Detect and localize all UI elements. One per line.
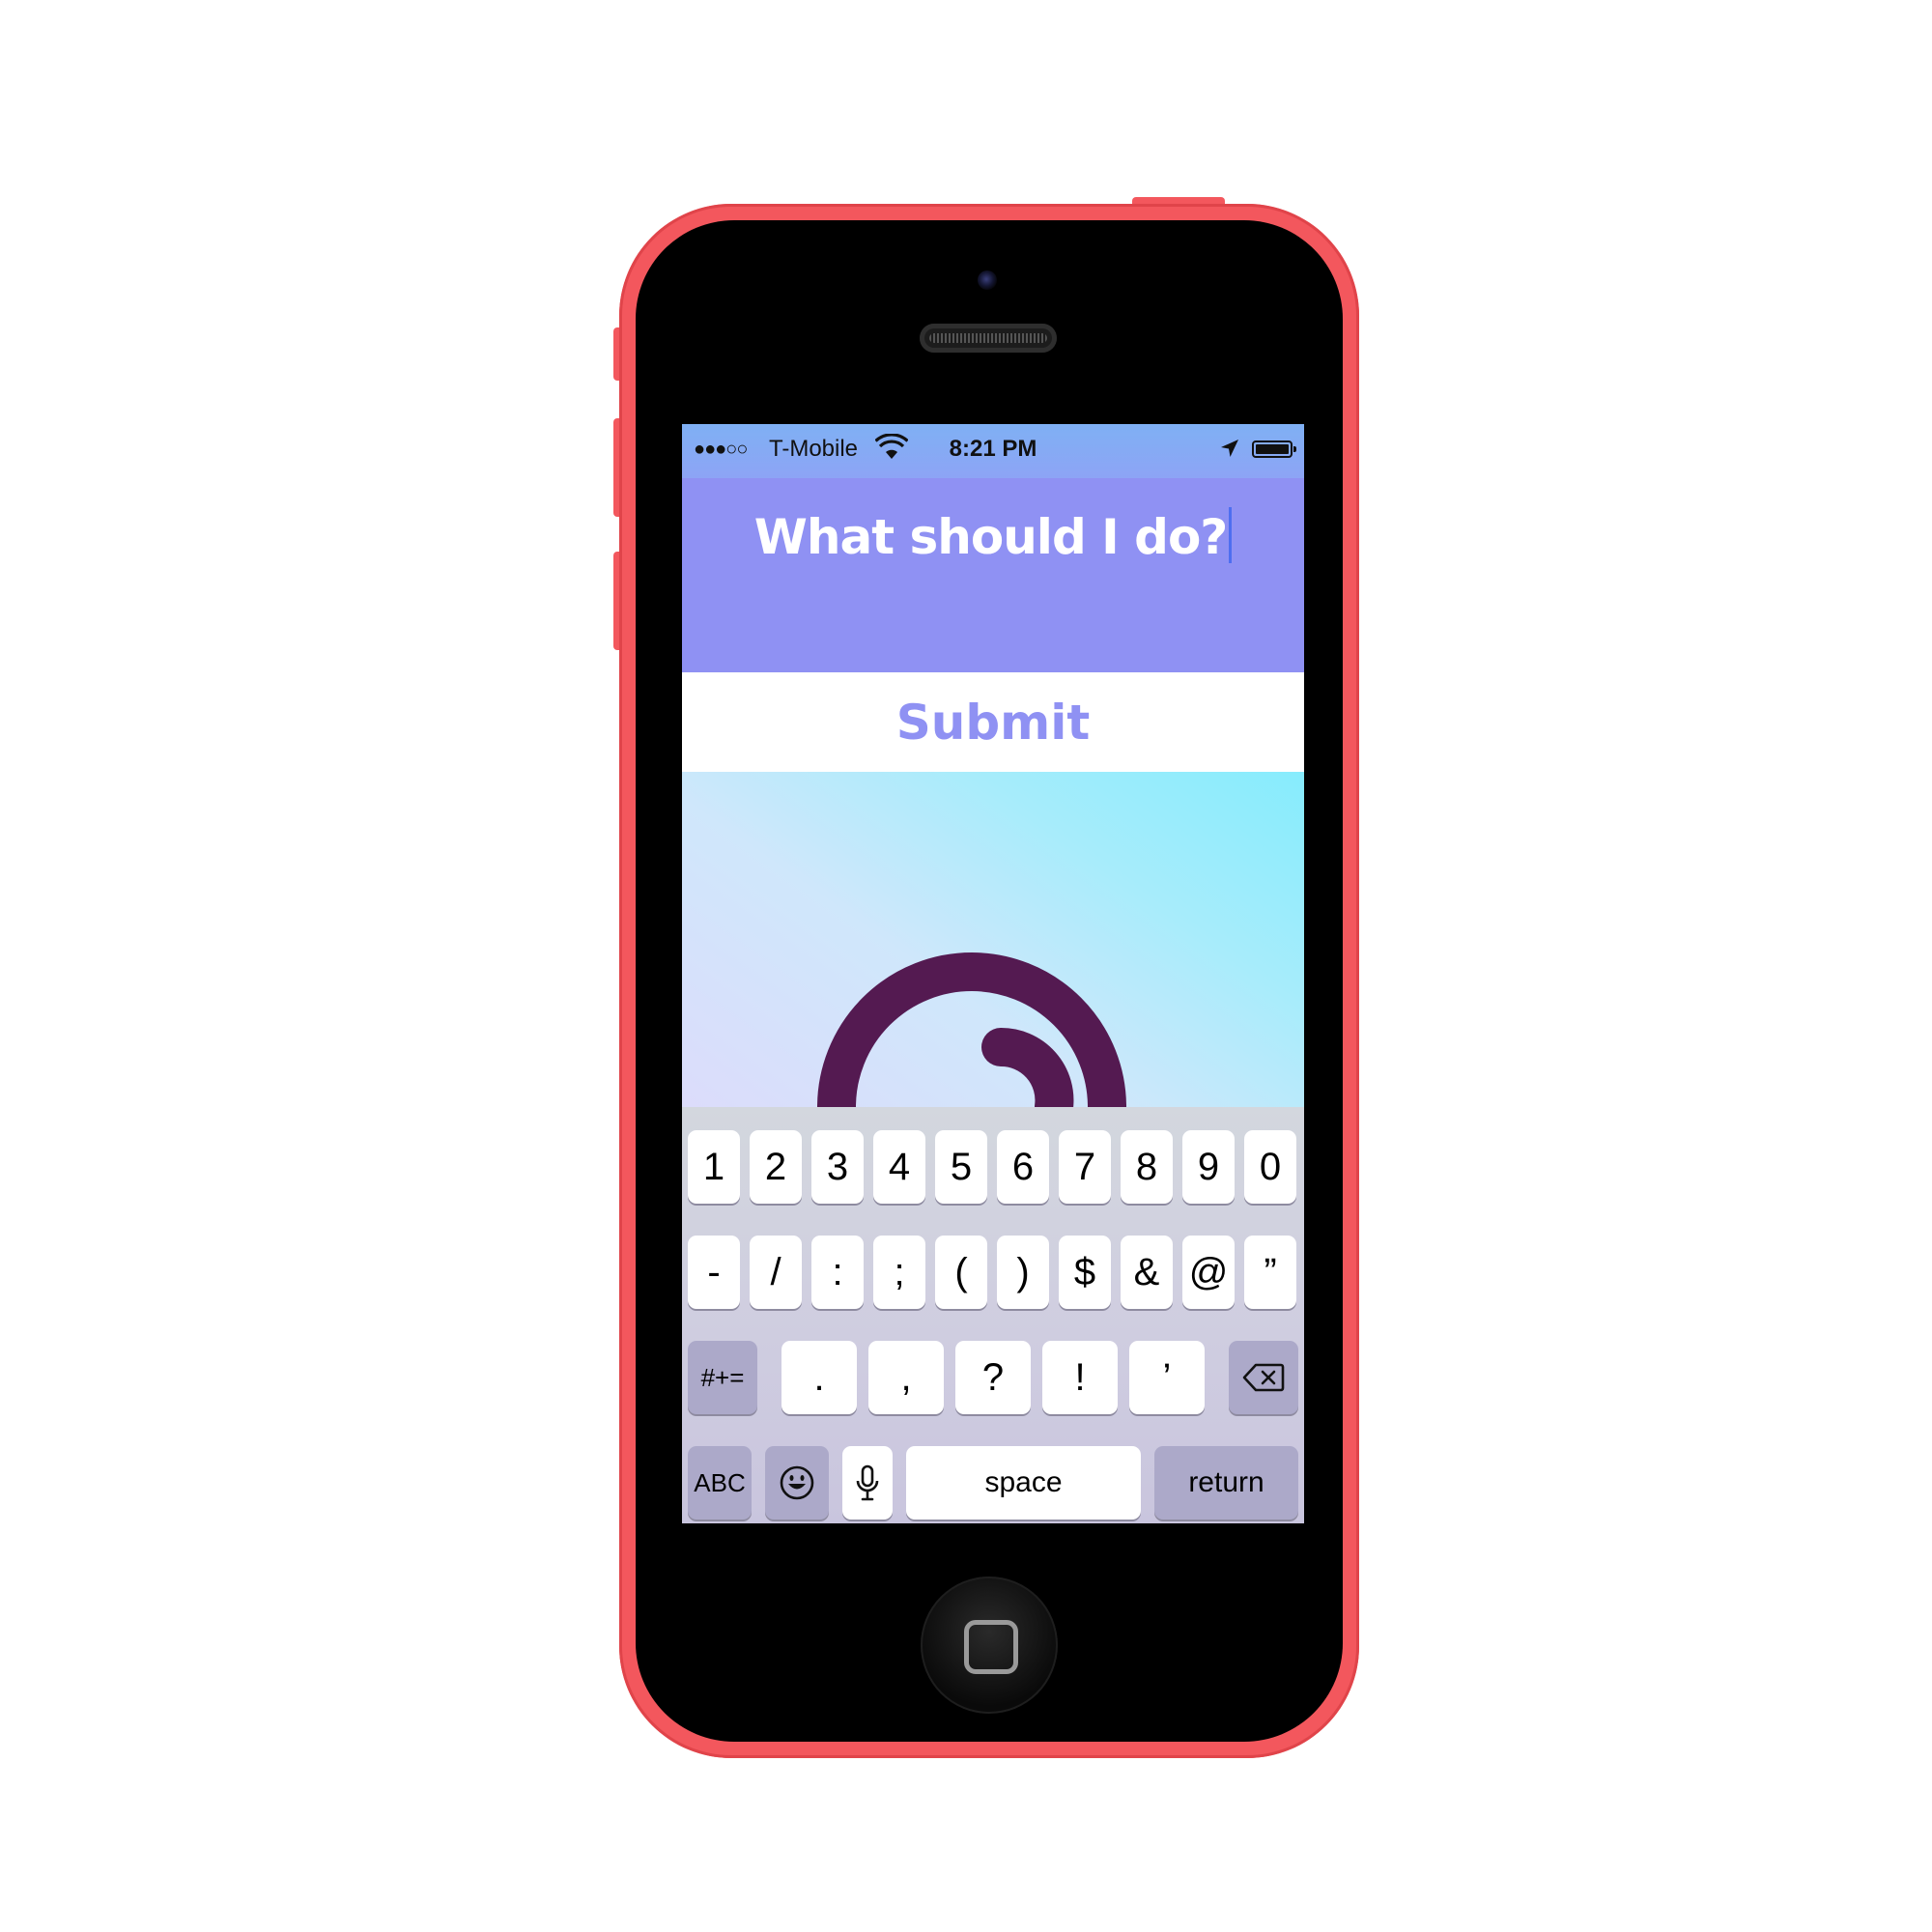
front-camera xyxy=(978,270,997,290)
key-open-paren[interactable]: ( xyxy=(935,1236,987,1309)
key-label: 3 xyxy=(826,1145,849,1188)
key-dollar[interactable]: $ xyxy=(1059,1236,1111,1309)
key-label: & xyxy=(1133,1250,1160,1293)
key-label: #+= xyxy=(700,1362,745,1392)
key-label: ’ xyxy=(1162,1355,1172,1399)
key-label: space xyxy=(984,1466,1063,1498)
key-1[interactable]: 1 xyxy=(688,1130,740,1204)
key-label: 9 xyxy=(1197,1145,1220,1188)
key-label: ; xyxy=(894,1250,905,1293)
iphone-device: ●●●○○ T-Mobile 8:21 PM What should I do?… xyxy=(613,197,1359,1758)
status-bar: ●●●○○ T-Mobile 8:21 PM xyxy=(682,424,1304,478)
key-label: ABC xyxy=(694,1467,746,1497)
battery-icon xyxy=(1252,440,1296,458)
backspace-key[interactable] xyxy=(1229,1341,1298,1414)
key-label: . xyxy=(813,1355,825,1399)
key-ampersand[interactable]: & xyxy=(1121,1236,1173,1309)
key-quote[interactable]: ” xyxy=(1244,1236,1296,1309)
key-label: , xyxy=(900,1355,912,1399)
key-period[interactable]: . xyxy=(781,1341,857,1414)
key-label: / xyxy=(770,1250,781,1293)
key-exclamation[interactable]: ! xyxy=(1042,1341,1118,1414)
text-cursor xyxy=(1229,507,1233,563)
key-0[interactable]: 0 xyxy=(1244,1130,1296,1204)
emoji-icon xyxy=(780,1465,814,1500)
key-question[interactable]: ? xyxy=(955,1341,1031,1414)
key-label: 7 xyxy=(1073,1145,1096,1188)
status-time: 8:21 PM xyxy=(949,436,1037,462)
location-arrow-icon xyxy=(1221,440,1238,457)
earpiece-speaker xyxy=(920,324,1057,353)
key-label: return xyxy=(1188,1466,1264,1498)
abc-key[interactable]: ABC xyxy=(688,1446,752,1520)
key-semicolon[interactable]: ; xyxy=(873,1236,925,1309)
key-5[interactable]: 5 xyxy=(935,1130,987,1204)
spiral-logo-icon xyxy=(817,952,1126,1107)
symbols-toggle-key[interactable]: #+= xyxy=(688,1341,757,1414)
key-label: : xyxy=(832,1250,843,1293)
key-2[interactable]: 2 xyxy=(750,1130,802,1204)
dictation-key[interactable] xyxy=(842,1446,893,1520)
key-close-paren[interactable]: ) xyxy=(997,1236,1049,1309)
home-button[interactable] xyxy=(921,1577,1058,1714)
key-4[interactable]: 4 xyxy=(873,1130,925,1204)
return-key[interactable]: return xyxy=(1154,1446,1298,1520)
question-input-area[interactable]: What should I do? xyxy=(682,478,1304,672)
key-label: @ xyxy=(1188,1250,1229,1293)
keyboard: 1 2 3 4 5 6 7 8 9 0 - / : ; ( ) $ & @ ” … xyxy=(682,1107,1304,1523)
background-graphic xyxy=(682,772,1304,1107)
key-label: ! xyxy=(1074,1355,1086,1399)
home-square-icon xyxy=(964,1620,1018,1674)
key-7[interactable]: 7 xyxy=(1059,1130,1111,1204)
key-6[interactable]: 6 xyxy=(997,1130,1049,1204)
backspace-icon xyxy=(1242,1363,1285,1392)
key-3[interactable]: 3 xyxy=(811,1130,864,1204)
key-colon[interactable]: : xyxy=(811,1236,864,1309)
space-key[interactable]: space xyxy=(906,1446,1141,1520)
key-label: ( xyxy=(954,1250,968,1293)
key-label: 2 xyxy=(764,1145,787,1188)
key-hyphen[interactable]: - xyxy=(688,1236,740,1309)
key-label: ” xyxy=(1264,1250,1277,1293)
key-apostrophe[interactable]: ’ xyxy=(1129,1341,1205,1414)
key-9[interactable]: 9 xyxy=(1182,1130,1235,1204)
question-input-value: What should I do? xyxy=(753,509,1229,565)
key-comma[interactable]: , xyxy=(868,1341,944,1414)
key-label: 8 xyxy=(1135,1145,1158,1188)
microphone-icon xyxy=(856,1464,879,1501)
key-label: 0 xyxy=(1259,1145,1282,1188)
emoji-key[interactable] xyxy=(765,1446,829,1520)
key-label: $ xyxy=(1073,1250,1096,1293)
key-label: 5 xyxy=(950,1145,973,1188)
screen: ●●●○○ T-Mobile 8:21 PM What should I do?… xyxy=(682,424,1304,1523)
key-label: 6 xyxy=(1011,1145,1035,1188)
key-label: 4 xyxy=(888,1145,911,1188)
question-input[interactable]: What should I do? xyxy=(682,507,1304,565)
key-8[interactable]: 8 xyxy=(1121,1130,1173,1204)
key-label: ? xyxy=(981,1355,1005,1399)
key-slash[interactable]: / xyxy=(750,1236,802,1309)
key-label: ) xyxy=(1016,1250,1030,1293)
submit-button[interactable]: Submit xyxy=(682,672,1304,772)
key-at[interactable]: @ xyxy=(1182,1236,1235,1309)
key-label: - xyxy=(707,1250,721,1293)
key-label: 1 xyxy=(702,1145,725,1188)
submit-label: Submit xyxy=(895,694,1091,751)
